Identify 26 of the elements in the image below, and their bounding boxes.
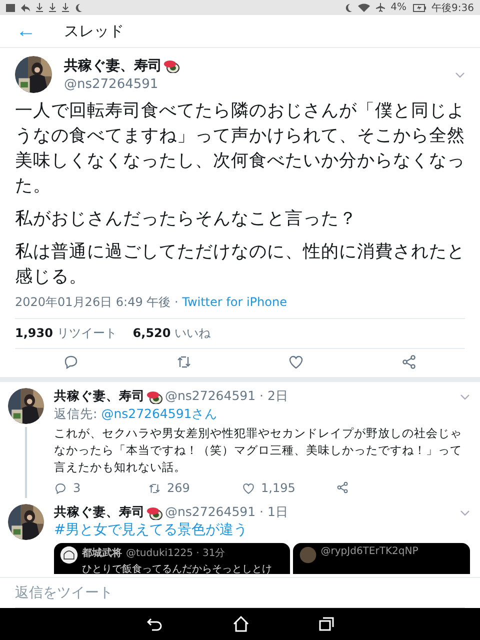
author-name: 共稼ぐ妻、寿司 — [54, 388, 145, 405]
reply-to-text: 返信先: @ns27264591さん — [54, 406, 219, 423]
author-name: 共稼ぐ妻、寿司 — [64, 57, 162, 75]
clock: 午後9:36 — [432, 2, 474, 14]
timestamp: 2020年01月26日 6:49 午後 · Twitter for iPhone — [15, 290, 465, 319]
reply-text: これが、セクハラや男女差別や性犯罪やセカンドレイプが野放しの社会じゃなかったら「本当ですね！（笑）マグロ三種、美味しかったですね！」って言えたかも知れない話。 — [54, 425, 463, 476]
embedded-tweet[interactable]: 都城武将 @tuduki1225 · 31分 ひとりで飯食ってるんだからそっとしとけ — [54, 543, 290, 574]
tweet-text: 一人で回転寿司食べてたら隣のおじさんが「僕と同じようなの食べてますね」って声かけられて、そこから全然美味しくなくなったし、次何食べたいか分からなくなった。 — [15, 100, 465, 198]
embedded-meta: @rypJd6TErTK2qNP — [320, 546, 418, 557]
battery-percent: 4% — [390, 2, 407, 13]
page-title: スレッド — [64, 22, 124, 40]
embedded-meta: @tuduki1225 · 31分 — [126, 547, 226, 560]
author-name: 共稼ぐ妻、寿司 — [54, 504, 145, 521]
tweet-meta: @ns27264591 · 1日 — [165, 504, 288, 521]
stat-count[interactable]: 6,520 いいね — [132, 325, 211, 342]
embedded-name: 都城武将 — [82, 546, 122, 560]
embedded-tweet[interactable]: @rypJd6TErTK2qNP — [292, 543, 470, 574]
like-count: 1,195 — [261, 481, 296, 495]
reply-count: 3 — [73, 481, 81, 495]
stat-count[interactable]: 1,930 リツイート — [15, 325, 117, 342]
embedded-text: ひとりで飯食ってるんだからそっとしとけ — [82, 563, 273, 574]
retweet-count: 269 — [167, 481, 190, 495]
tweet-text: 私がおじさんだったらそんなこと言った？ — [15, 208, 358, 231]
tweet-meta: @ns27264591 · 2日 — [165, 388, 288, 405]
tweet-text: 私は普通に過ごしてただけなのに、性的に消費されたと感じる。 — [15, 241, 465, 289]
author-handle: @ns27264591 — [64, 77, 160, 92]
